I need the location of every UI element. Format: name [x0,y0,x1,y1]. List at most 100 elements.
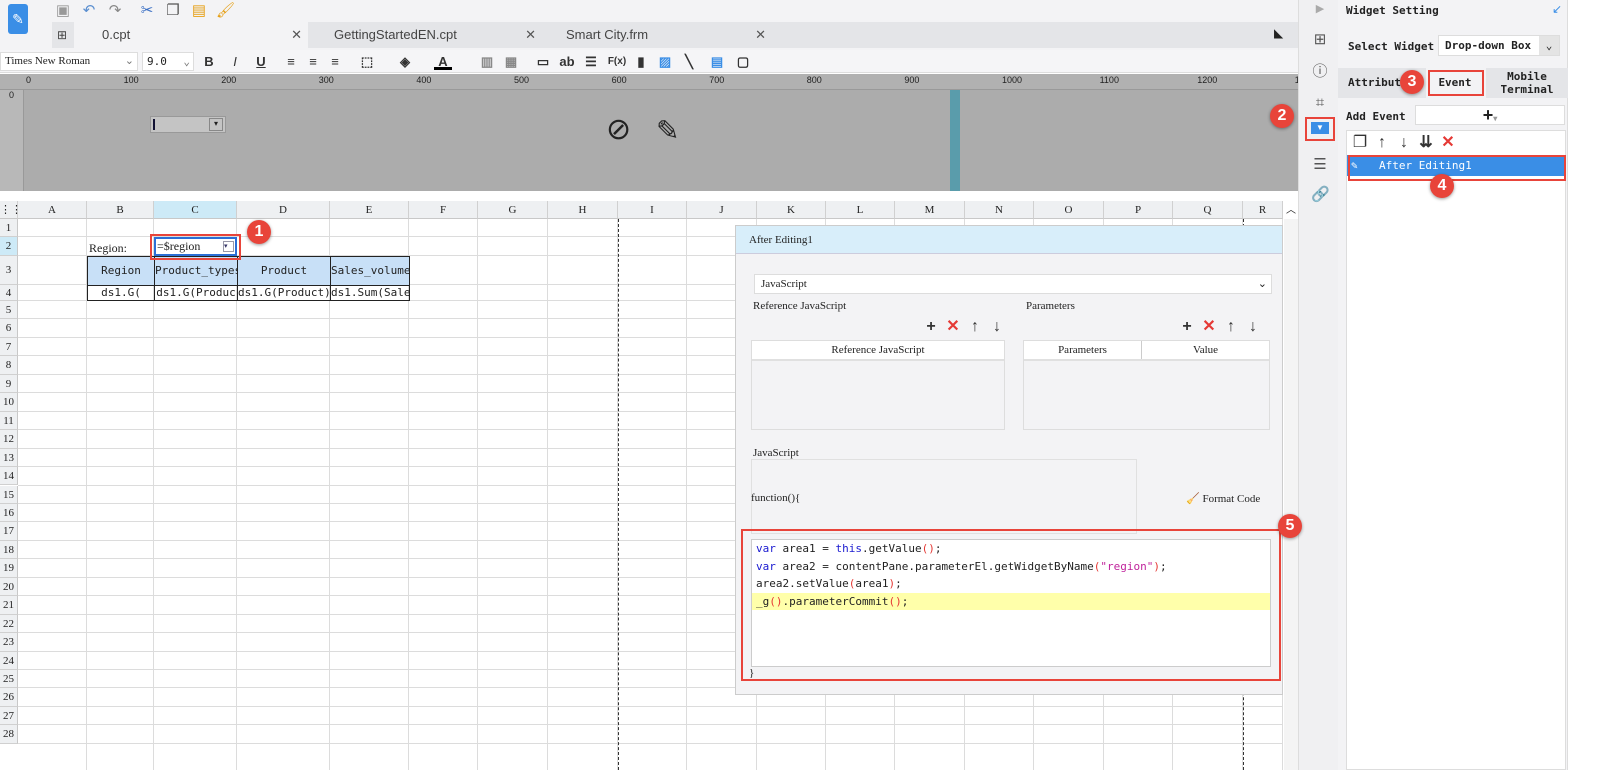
collapse-icon[interactable]: ◣ [1274,26,1283,40]
column-header-h[interactable]: H [548,201,618,219]
add-icon[interactable]: + [1176,318,1198,336]
tab-0-cpt[interactable]: 0.cpt ✕ [74,22,308,48]
formula-cell-product-types[interactable]: ds1.G(Produc [154,285,238,301]
param-pane-resize-bar[interactable] [950,90,960,191]
move-down-icon[interactable]: ↓ [1393,131,1415,155]
dock-icon[interactable]: ↙ [1552,2,1562,16]
column-header-m[interactable]: M [895,201,965,219]
expand-arrow-icon[interactable]: ▶ [1311,0,1329,18]
row-header-2[interactable]: 2 [0,237,18,256]
row-header-23[interactable]: 23 [0,633,18,652]
row-header-16[interactable]: 16 [0,503,18,523]
column-header-b[interactable]: B [87,201,154,219]
row-header-17[interactable]: 17 [0,522,18,541]
split-cells-icon[interactable]: ▦ [502,53,520,70]
paragraph-icon[interactable]: ☰ [582,53,600,70]
row-header-19[interactable]: 19 [0,559,18,578]
hidden-eye-icon[interactable]: ⊘ [606,112,631,147]
delete-icon[interactable]: ✕ [942,316,964,336]
row-header-15[interactable]: 15 [0,485,18,504]
row-header-4[interactable]: 4 [0,285,18,301]
move-down-icon[interactable]: ↓ [986,318,1008,336]
format-code-button[interactable]: 🧹 Format Code [1186,492,1260,505]
font-color-icon[interactable]: A [434,53,452,70]
cell-info-icon[interactable]: ⓘ [1311,63,1329,81]
row-header-3[interactable]: 3 [0,256,18,285]
row-header-6[interactable]: 6 [0,319,18,338]
ref-js-column-header[interactable]: Reference JavaScript [752,341,1004,361]
tab-mobile-terminal[interactable]: Mobile Terminal [1486,68,1568,98]
formula-cell-product[interactable]: ds1.G(Product) [237,285,331,301]
chart-icon[interactable]: ▮ [632,53,650,70]
column-header-l[interactable]: L [826,201,895,219]
select-all-corner[interactable]: ⋮⋮ [0,201,22,219]
vertical-scrollbar[interactable] [1284,219,1298,770]
row-header-1[interactable]: 1 [0,219,18,237]
row-header-14[interactable]: 14 [0,467,18,486]
hyperlink-icon[interactable]: 🔗 [1311,186,1330,204]
image-icon[interactable]: ▨ [656,53,674,70]
save-icon[interactable]: ▣ [54,2,72,20]
font-size-select[interactable]: 9.0 ⌄ [142,52,194,71]
row-header-10[interactable]: 10 [0,393,18,412]
column-header-f[interactable]: F [409,201,478,219]
subreport-icon[interactable]: ▤ [708,53,726,70]
align-center-icon[interactable]: ≡ [304,53,322,70]
formula-cell-sales[interactable]: ds1.Sum(Sale [330,285,410,301]
value-column-header[interactable]: Value [1142,341,1269,359]
move-up-icon[interactable]: ↑ [1220,318,1242,336]
column-header-q[interactable]: Q [1173,201,1243,219]
bold-button[interactable]: B [200,53,218,70]
format-brush-icon[interactable]: 🖌 [216,2,235,20]
column-header-a[interactable]: A [18,201,87,219]
frame-icon[interactable]: ▢ [734,53,752,70]
param-dropdown-widget[interactable]: ▾ [150,116,226,133]
script-type-select[interactable]: JavaScript ⌄ [754,274,1272,294]
sort-icon[interactable]: ⇊ [1415,131,1437,155]
column-header-k[interactable]: K [757,201,826,219]
row-header-7[interactable]: 7 [0,337,18,357]
text-field-icon[interactable]: ▭ [534,53,552,70]
column-header-j[interactable]: J [687,201,757,219]
paste-icon[interactable]: ▤ [190,2,208,20]
underline-button[interactable]: U [252,53,270,70]
move-up-icon[interactable]: ↑ [964,318,986,336]
tab-getting-started[interactable]: GettingStartedEN.cpt ✕ [308,22,542,48]
close-icon[interactable]: ✕ [525,22,536,48]
row-header-9[interactable]: 9 [0,374,18,394]
condition-icon[interactable]: ☰ [1311,156,1329,174]
cut-icon[interactable]: ✂ [138,2,156,20]
align-right-icon[interactable]: ≡ [326,53,344,70]
row-header-28[interactable]: 28 [0,725,18,744]
select-widget-dropdown[interactable]: Drop-down Box ⌄ [1438,35,1560,56]
border-icon[interactable]: ⬚ [358,53,376,70]
scroll-up-icon[interactable]: ︿ [1284,201,1298,219]
cell-attributes-icon[interactable]: ⊞ [1311,31,1329,49]
column-header-c[interactable]: C [154,201,237,219]
align-left-icon[interactable]: ≡ [282,53,300,70]
fill-color-icon[interactable]: ◈ [396,53,414,70]
column-header-g[interactable]: G [478,201,548,219]
column-header-d[interactable]: D [237,201,330,219]
row-header-8[interactable]: 8 [0,356,18,375]
row-header-5[interactable]: 5 [0,301,18,320]
float-element-icon[interactable]: ⌗ [1311,94,1329,112]
copy-icon[interactable]: ❐ [164,2,182,20]
column-header-n[interactable]: N [965,201,1034,219]
edit-pencil-icon[interactable]: ✎ [656,114,679,147]
row-header-13[interactable]: 13 [0,448,18,468]
redo-icon[interactable]: ↷ [106,2,124,20]
row-header-11[interactable]: 11 [0,411,18,431]
slash-icon[interactable]: ╲ [680,53,698,70]
column-header-e[interactable]: E [330,201,409,219]
close-icon[interactable]: ✕ [291,22,302,48]
header-region[interactable]: Region [87,256,155,286]
column-header-p[interactable]: P [1104,201,1173,219]
row-header-22[interactable]: 22 [0,614,18,634]
copy-event-icon[interactable]: ❐ [1349,131,1371,155]
delete-icon[interactable]: ✕ [1198,316,1220,336]
row-header-18[interactable]: 18 [0,540,18,560]
close-icon[interactable]: ✕ [755,22,766,48]
move-up-icon[interactable]: ↑ [1371,131,1393,155]
tab-smart-city[interactable]: Smart City.frm ✕ [542,22,772,48]
